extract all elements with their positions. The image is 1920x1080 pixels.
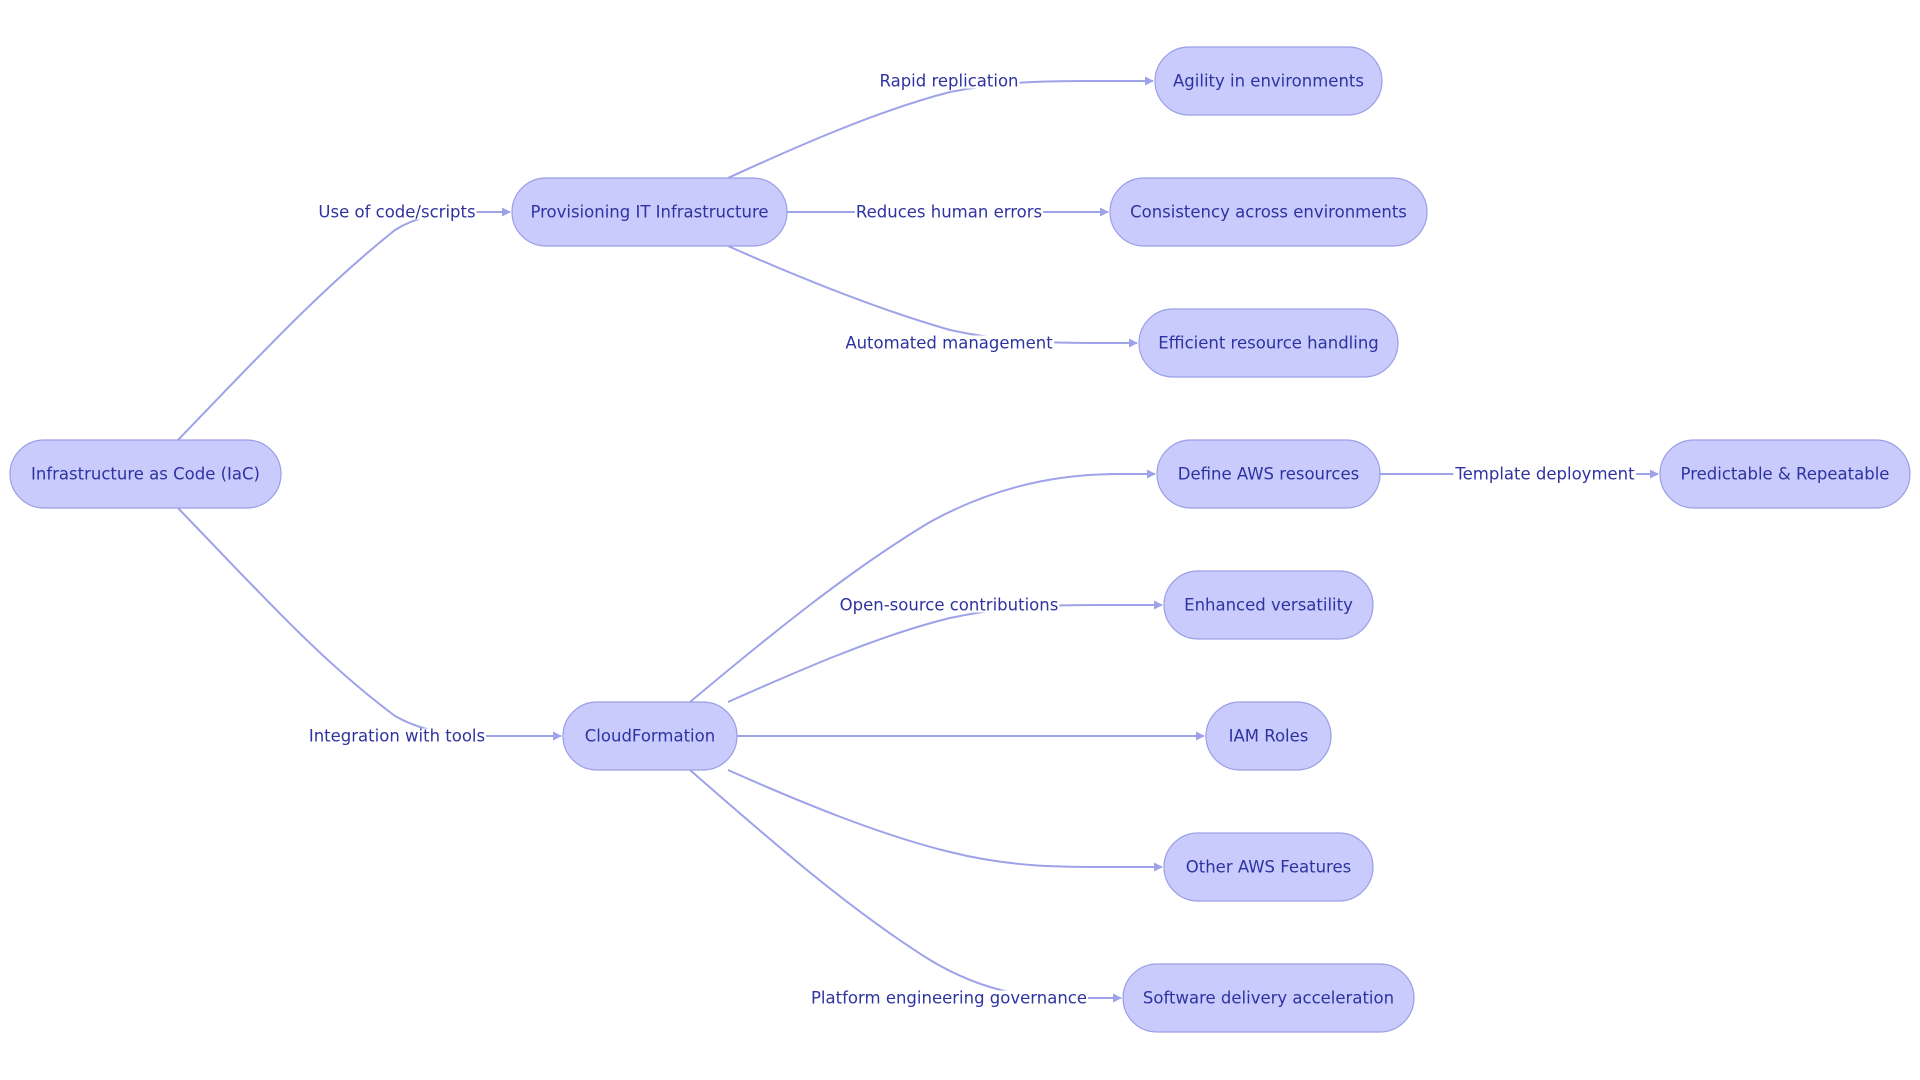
node-label: Provisioning IT Infrastructure: [530, 203, 768, 222]
edge-label-text: Use of code/scripts: [318, 203, 475, 222]
node-iac[interactable]: Infrastructure as Code (IaC): [9, 439, 282, 509]
node-label: Consistency across environments: [1130, 203, 1407, 222]
edge-label-text: Reduces human errors: [856, 203, 1042, 222]
node-label: CloudFormation: [585, 727, 715, 746]
edge-cf-enhanced: [727, 600, 1163, 703]
edge-label-iac-cf: Integration with tools: [307, 727, 487, 746]
edge-label-iac-prov: Use of code/scripts: [317, 203, 477, 222]
node-label: IAM Roles: [1229, 727, 1309, 746]
edge-cf-define: [689, 469, 1156, 703]
edge-label-prov-agility: Rapid replication: [878, 72, 1020, 91]
node-label: Define AWS resources: [1178, 465, 1359, 484]
node-label: Enhanced versatility: [1184, 596, 1353, 615]
flowchart-canvas: Use of code/scripts Integration with tool…: [9, 46, 1911, 1033]
edge-prov-efficient: [727, 245, 1138, 348]
node-label: Efficient resource handling: [1158, 334, 1379, 353]
edge-label-prov-consistency: Reduces human errors: [854, 203, 1044, 222]
node-other[interactable]: Other AWS Features: [1163, 832, 1374, 902]
node-iam[interactable]: IAM Roles: [1205, 701, 1332, 771]
edge-iac-cf: [177, 507, 562, 741]
node-define[interactable]: Define AWS resources: [1156, 439, 1381, 509]
edge-label-text: Rapid replication: [880, 72, 1019, 91]
edge-label-define-predictable: Template deployment: [1453, 465, 1637, 484]
edge-label-cf-enhanced: Open-source contributions: [838, 596, 1060, 615]
node-software[interactable]: Software delivery acceleration: [1122, 963, 1415, 1033]
node-label: Software delivery acceleration: [1143, 989, 1394, 1008]
edge-label-prov-efficient: Automated management: [844, 334, 1055, 353]
edge-cf-other: [727, 769, 1163, 872]
node-efficient[interactable]: Efficient resource handling: [1138, 308, 1399, 378]
node-cf[interactable]: CloudFormation: [562, 701, 738, 771]
edge-label-text: Open-source contributions: [840, 596, 1059, 615]
edge-prov-agility: [727, 76, 1154, 179]
node-agility[interactable]: Agility in environments: [1154, 46, 1383, 116]
edge-label-text: Integration with tools: [309, 727, 485, 746]
node-label: Other AWS Features: [1186, 858, 1351, 877]
edge-iac-prov: [177, 207, 511, 441]
nodes-layer: Infrastructure as Code (IaC) Provisioning…: [9, 46, 1911, 1033]
node-prov[interactable]: Provisioning IT Infrastructure: [511, 177, 788, 247]
node-label: Predictable & Repeatable: [1681, 465, 1890, 484]
edge-label-cf-software: Platform engineering governance: [809, 989, 1089, 1008]
edge-label-text: Automated management: [845, 334, 1053, 353]
edge-label-text: Template deployment: [1454, 465, 1635, 484]
edge-cf-software: [689, 769, 1122, 1003]
node-label: Agility in environments: [1173, 72, 1364, 91]
node-predictable[interactable]: Predictable & Repeatable: [1659, 439, 1911, 509]
node-label: Infrastructure as Code (IaC): [31, 465, 260, 484]
node-enhanced[interactable]: Enhanced versatility: [1163, 570, 1374, 640]
edge-label-text: Platform engineering governance: [811, 989, 1087, 1008]
node-consistency[interactable]: Consistency across environments: [1109, 177, 1428, 247]
